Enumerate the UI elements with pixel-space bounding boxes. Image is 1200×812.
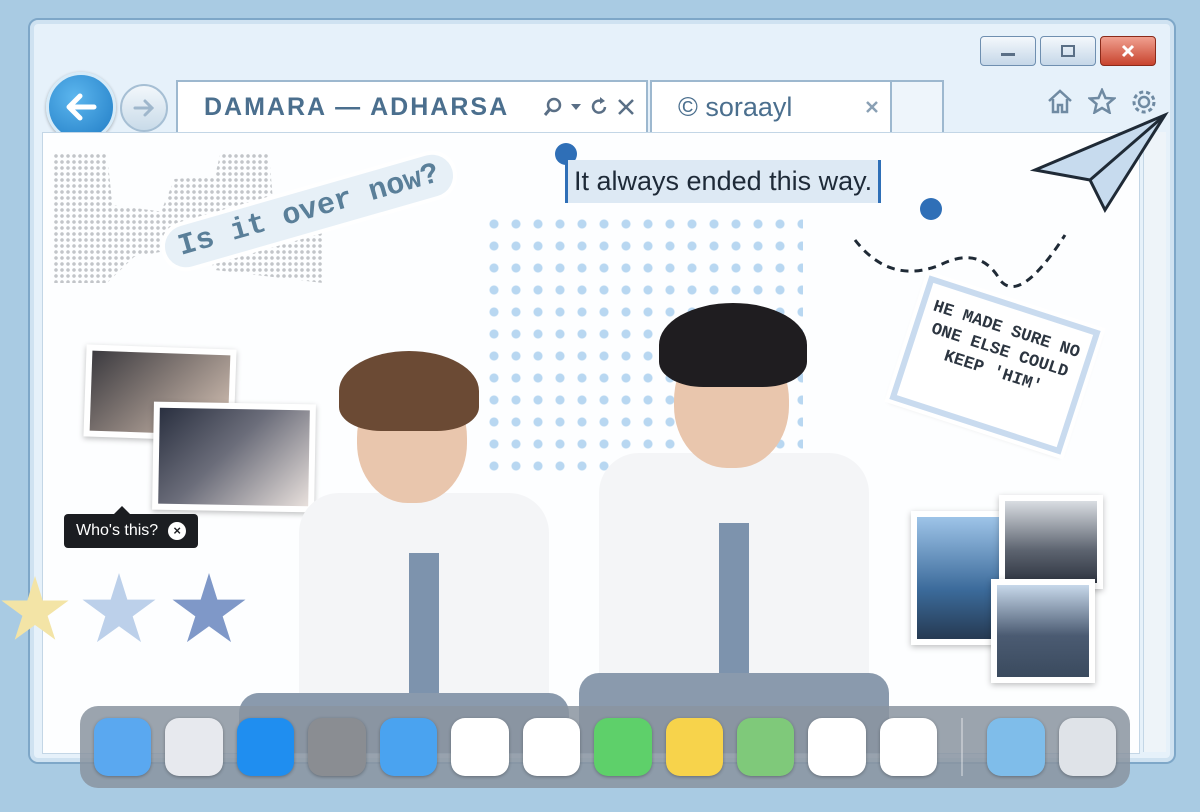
navigation-bar: DAMARA — ADHARSA © soraayl bbox=[44, 68, 1174, 142]
selection-handle-end[interactable] bbox=[920, 198, 942, 220]
polaroid-photo bbox=[999, 495, 1103, 589]
person-figure-left bbox=[239, 343, 599, 753]
dock-separator bbox=[961, 718, 964, 776]
minimize-icon bbox=[1001, 53, 1015, 56]
chevron-down-icon[interactable] bbox=[570, 102, 582, 112]
close-icon bbox=[1121, 44, 1135, 58]
window-controls bbox=[980, 36, 1156, 66]
tab-title: © soraayl bbox=[678, 91, 793, 122]
minimize-button[interactable] bbox=[980, 36, 1036, 66]
close-button[interactable] bbox=[1100, 36, 1156, 66]
system-settings-icon[interactable] bbox=[308, 718, 366, 776]
back-arrow-icon bbox=[66, 93, 97, 121]
forward-arrow-icon bbox=[133, 99, 155, 117]
quote-text: It always ended this way. bbox=[565, 160, 882, 203]
finder-icon[interactable] bbox=[94, 718, 152, 776]
tab-close-icon[interactable] bbox=[864, 99, 880, 115]
tooltip-text: Who's this? bbox=[76, 522, 159, 539]
stop-icon[interactable] bbox=[616, 97, 636, 117]
downloads-folder-icon[interactable] bbox=[987, 718, 1045, 776]
trash-icon[interactable] bbox=[1058, 718, 1117, 776]
person-figure-right bbox=[579, 303, 889, 753]
mail-icon[interactable] bbox=[379, 718, 438, 776]
browser-tab[interactable]: © soraayl bbox=[650, 80, 892, 134]
launchpad-icon[interactable] bbox=[165, 718, 223, 776]
star-sticker bbox=[82, 573, 156, 643]
maximize-button[interactable] bbox=[1040, 36, 1096, 66]
star-sticker bbox=[172, 573, 246, 643]
notes-icon[interactable] bbox=[665, 718, 723, 776]
app-store-icon[interactable] bbox=[236, 718, 295, 776]
maps-icon[interactable] bbox=[736, 718, 795, 776]
scrollbar[interactable] bbox=[1143, 132, 1166, 752]
maximize-icon bbox=[1061, 45, 1075, 57]
tooltip: Who's this? × bbox=[64, 506, 199, 548]
address-bar[interactable]: DAMARA — ADHARSA bbox=[176, 80, 648, 134]
polaroid-photo bbox=[991, 579, 1095, 683]
new-tab-button[interactable] bbox=[890, 80, 944, 134]
slack-icon[interactable] bbox=[522, 718, 581, 776]
safari-icon[interactable] bbox=[451, 718, 509, 776]
address-text: DAMARA — ADHARSA bbox=[204, 92, 510, 121]
refresh-icon[interactable] bbox=[588, 96, 610, 118]
chrome-icon[interactable] bbox=[808, 718, 866, 776]
app-dock bbox=[80, 706, 1130, 788]
tooltip-close-icon[interactable]: × bbox=[168, 522, 187, 540]
search-icon[interactable] bbox=[542, 96, 564, 118]
paper-plane-icon bbox=[1030, 111, 1169, 214]
messages-icon[interactable] bbox=[594, 718, 652, 776]
forward-button[interactable] bbox=[120, 84, 168, 132]
photos-icon[interactable] bbox=[879, 718, 938, 776]
